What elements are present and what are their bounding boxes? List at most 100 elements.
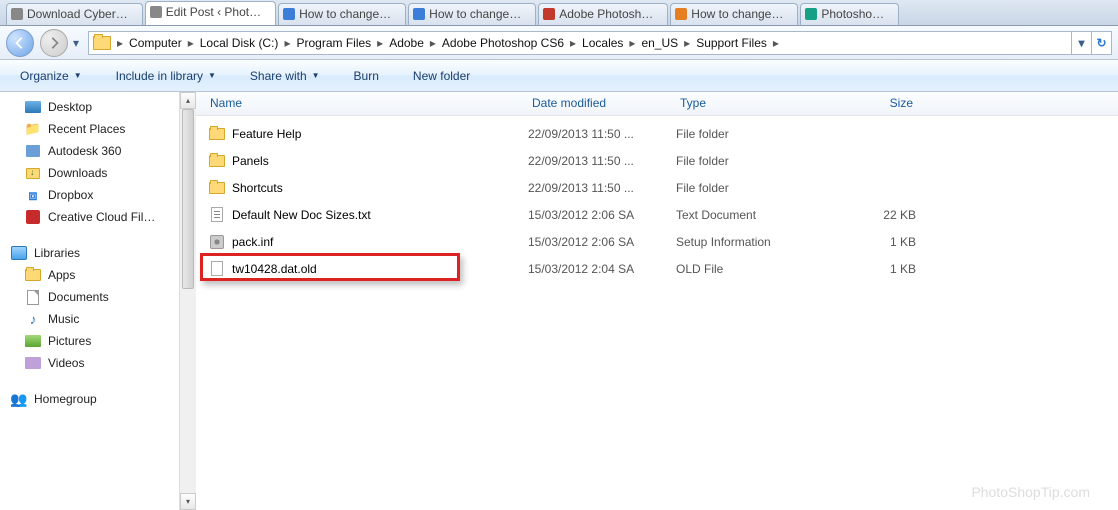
breadcrumb-item[interactable]: Computer bbox=[125, 32, 186, 54]
file-row[interactable]: Feature Help22/09/2013 11:50 ...File fol… bbox=[196, 120, 1118, 147]
file-row[interactable]: Default New Doc Sizes.txt15/03/2012 2:06… bbox=[196, 201, 1118, 228]
breadcrumb-item[interactable]: Adobe Photoshop CS6 bbox=[438, 32, 568, 54]
tab-label: Adobe Photosh… bbox=[559, 7, 653, 21]
file-row[interactable]: pack.inf15/03/2012 2:06 SASetup Informat… bbox=[196, 228, 1118, 255]
nav-item-autodesk360[interactable]: Autodesk 360 bbox=[10, 140, 196, 162]
favicon-icon bbox=[11, 8, 23, 20]
setup-file-icon bbox=[210, 235, 224, 249]
tab-label: How to change… bbox=[691, 7, 783, 21]
pictures-icon bbox=[24, 333, 42, 349]
file-date: 15/03/2012 2:04 SA bbox=[528, 262, 676, 276]
folder-icon bbox=[24, 267, 42, 283]
column-name[interactable]: Name bbox=[206, 92, 528, 115]
scroll-up-button[interactable]: ▴ bbox=[180, 92, 196, 109]
file-date: 15/03/2012 2:06 SA bbox=[528, 235, 676, 249]
chevron-right-icon[interactable]: ▸ bbox=[282, 36, 292, 50]
include-in-library-menu[interactable]: Include in library ▼ bbox=[108, 65, 224, 87]
chevron-right-icon[interactable]: ▸ bbox=[568, 36, 578, 50]
menu-label: Include in library bbox=[116, 69, 203, 83]
favicon-icon bbox=[150, 6, 162, 18]
forward-button[interactable] bbox=[40, 29, 68, 57]
nav-item-documents[interactable]: Documents bbox=[10, 286, 196, 308]
organize-menu[interactable]: Organize▼ bbox=[12, 65, 90, 87]
browser-tab[interactable]: How to change… bbox=[278, 3, 406, 25]
nav-label: Homegroup bbox=[34, 392, 97, 406]
file-name: tw10428.dat.old bbox=[228, 262, 528, 276]
tab-label: Download Cyber… bbox=[27, 7, 128, 21]
address-bar: ▾ ▸ Computer▸ Local Disk (C:)▸ Program F… bbox=[0, 26, 1118, 60]
nav-item-music[interactable]: ♪Music bbox=[10, 308, 196, 330]
nav-item-videos[interactable]: Videos bbox=[10, 352, 196, 374]
file-row[interactable]: Shortcuts22/09/2013 11:50 ...File folder bbox=[196, 174, 1118, 201]
homegroup-icon: 👥 bbox=[10, 391, 28, 407]
chevron-right-icon[interactable]: ▸ bbox=[771, 36, 781, 50]
videos-icon bbox=[24, 355, 42, 371]
nav-item-apps[interactable]: Apps bbox=[10, 264, 196, 286]
nav-item-downloads[interactable]: Downloads bbox=[10, 162, 196, 184]
chevron-right-icon[interactable]: ▸ bbox=[682, 36, 692, 50]
column-type[interactable]: Type bbox=[676, 92, 828, 115]
file-date: 22/09/2013 11:50 ... bbox=[528, 127, 676, 141]
chevron-right-icon[interactable]: ▸ bbox=[375, 36, 385, 50]
file-row[interactable]: Panels22/09/2013 11:50 ...File folder bbox=[196, 147, 1118, 174]
file-name: Panels bbox=[228, 154, 528, 168]
nav-label: Recent Places bbox=[48, 122, 125, 136]
scrollbar-thumb[interactable] bbox=[182, 109, 194, 289]
nav-item-creative-cloud[interactable]: Creative Cloud Fil… bbox=[10, 206, 196, 228]
nav-group-libraries[interactable]: Libraries bbox=[10, 242, 196, 264]
desktop-icon bbox=[24, 99, 42, 115]
browser-tab[interactable]: Download Cyber… bbox=[6, 3, 143, 25]
nav-label: Autodesk 360 bbox=[48, 144, 121, 158]
scroll-down-button[interactable]: ▾ bbox=[180, 493, 196, 510]
music-icon: ♪ bbox=[24, 311, 42, 327]
breadcrumb-item[interactable]: Program Files bbox=[292, 32, 375, 54]
nav-item-recent-places[interactable]: 📁Recent Places bbox=[10, 118, 196, 140]
navigation-pane: Desktop 📁Recent Places Autodesk 360 Down… bbox=[0, 92, 196, 510]
file-name: Feature Help bbox=[228, 127, 528, 141]
column-size[interactable]: Size bbox=[828, 92, 924, 115]
share-with-menu[interactable]: Share with▼ bbox=[242, 65, 328, 87]
column-date[interactable]: Date modified bbox=[528, 92, 676, 115]
breadcrumb-bar[interactable]: ▸ Computer▸ Local Disk (C:)▸ Program Fil… bbox=[88, 31, 1112, 55]
chevron-right-icon[interactable]: ▸ bbox=[627, 36, 637, 50]
breadcrumb-item[interactable]: Locales bbox=[578, 32, 627, 54]
chevron-right-icon[interactable]: ▸ bbox=[428, 36, 438, 50]
file-name: Shortcuts bbox=[228, 181, 528, 195]
nav-label: Downloads bbox=[48, 166, 107, 180]
scrollbar[interactable]: ▴ ▾ bbox=[179, 92, 196, 510]
watermark: PhotoShopTip.com bbox=[971, 484, 1090, 500]
arrow-right-icon bbox=[47, 36, 61, 50]
folder-icon bbox=[209, 155, 225, 167]
browser-tab[interactable]: Photosho… bbox=[800, 3, 899, 25]
creative-cloud-icon bbox=[24, 209, 42, 225]
file-size: 22 KB bbox=[828, 208, 924, 222]
browser-tab[interactable]: Edit Post ‹ Phot… bbox=[145, 1, 276, 25]
file-row[interactable]: tw10428.dat.old15/03/2012 2:04 SAOLD Fil… bbox=[196, 255, 1118, 282]
breadcrumb-item[interactable]: en_US bbox=[637, 32, 682, 54]
refresh-button[interactable]: ↻ bbox=[1091, 32, 1111, 54]
breadcrumb-item[interactable]: Support Files bbox=[692, 32, 771, 54]
history-dropdown[interactable]: ▾ bbox=[68, 29, 84, 57]
breadcrumb-item[interactable]: Local Disk (C:) bbox=[196, 32, 283, 54]
back-button[interactable] bbox=[6, 29, 34, 57]
chevron-right-icon[interactable]: ▸ bbox=[115, 36, 125, 50]
breadcrumb-item[interactable]: Adobe bbox=[385, 32, 428, 54]
browser-tab[interactable]: How to change… bbox=[408, 3, 536, 25]
nav-label: Pictures bbox=[48, 334, 91, 348]
chevron-right-icon[interactable]: ▸ bbox=[186, 36, 196, 50]
nav-item-desktop[interactable]: Desktop bbox=[10, 96, 196, 118]
browser-tab[interactable]: How to change… bbox=[670, 3, 798, 25]
burn-button[interactable]: Burn bbox=[346, 65, 387, 87]
arrow-left-icon bbox=[13, 36, 27, 50]
nav-item-dropbox[interactable]: ⧈Dropbox bbox=[10, 184, 196, 206]
browser-tab[interactable]: Adobe Photosh… bbox=[538, 3, 668, 25]
nav-item-pictures[interactable]: Pictures bbox=[10, 330, 196, 352]
new-folder-button[interactable]: New folder bbox=[405, 65, 478, 87]
documents-icon bbox=[24, 289, 42, 305]
breadcrumb-dropdown[interactable]: ▾ bbox=[1071, 32, 1091, 54]
nav-group-homegroup[interactable]: 👥 Homegroup bbox=[10, 388, 196, 410]
chevron-down-icon: ▼ bbox=[208, 71, 216, 80]
nav-label: Videos bbox=[48, 356, 84, 370]
command-bar: Organize▼ Include in library ▼ Share with… bbox=[0, 60, 1118, 92]
file-type: OLD File bbox=[676, 262, 828, 276]
